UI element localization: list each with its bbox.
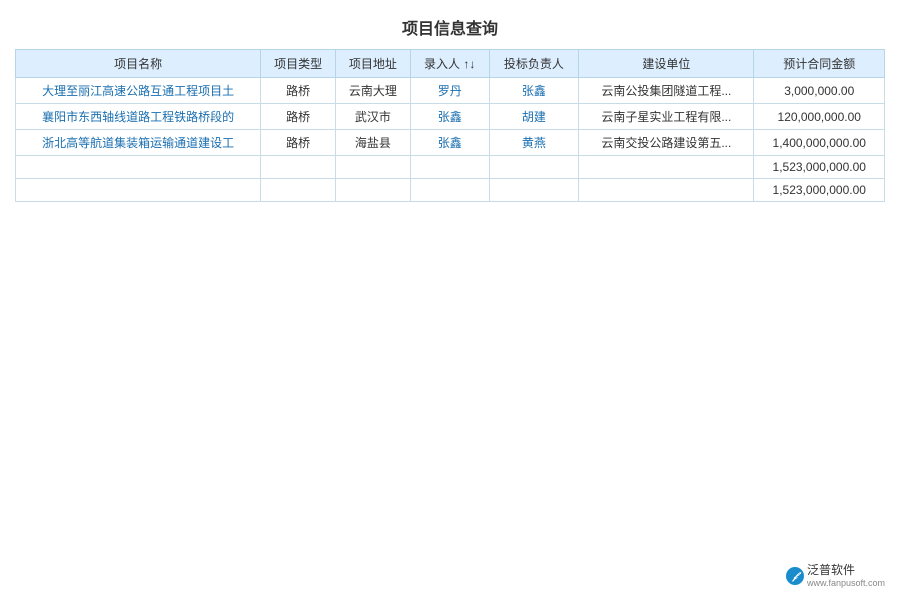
row-1-type: 路桥 (261, 78, 336, 104)
row-2-address: 武汉市 (335, 104, 410, 130)
row-2-type: 路桥 (261, 104, 336, 130)
row-2-amount: 120,000,000.00 (754, 104, 885, 130)
subtotal-row: 1,523,000,000.00 (16, 156, 885, 179)
col-header-address: 项目地址 (335, 50, 410, 78)
table-row: 襄阳市东西轴线道路工程铁路桥段的 路桥 武汉市 张鑫 胡建 云南子星实业工程有限… (16, 104, 885, 130)
page-container: 项目信息查询 项目名称 项目类型 项目地址 录入人 ↑↓ 投标负责人 建设单位 … (0, 0, 900, 600)
watermark-main-text: 泛普软件 (807, 563, 885, 579)
table-row: 浙北高等航道集装箱运输通道建设工 路桥 海盐县 张鑫 黄燕 云南交投公路建设第五… (16, 130, 885, 156)
table-header-row: 项目名称 项目类型 项目地址 录入人 ↑↓ 投标负责人 建设单位 预计合同金额 (16, 50, 885, 78)
subtotal-empty-5 (489, 156, 579, 179)
row-3-entry[interactable]: 张鑫 (410, 130, 489, 156)
watermark-sub-text: www.fanpusoft.com (807, 578, 885, 590)
total-empty-6 (579, 179, 754, 202)
total-empty-5 (489, 179, 579, 202)
subtotal-empty-1 (16, 156, 261, 179)
row-3-name-link[interactable]: 浙北高等航道集装箱运输通道建设工 (42, 136, 234, 150)
col-header-name: 项目名称 (16, 50, 261, 78)
row-1-name-link[interactable]: 大理至丽江高速公路互通工程项目土 (42, 84, 234, 98)
row-1-amount: 3,000,000.00 (754, 78, 885, 104)
col-header-unit: 建设单位 (579, 50, 754, 78)
subtotal-empty-4 (410, 156, 489, 179)
row-2-entry[interactable]: 张鑫 (410, 104, 489, 130)
watermark-text: 泛普软件 www.fanpusoft.com (807, 563, 885, 590)
page-title: 项目信息查询 (15, 15, 885, 39)
row-1-bidder-link[interactable]: 张鑫 (522, 84, 546, 98)
col-header-bidder: 投标负责人 (489, 50, 579, 78)
col-header-entry[interactable]: 录入人 ↑↓ (410, 50, 489, 78)
row-2-bidder-link[interactable]: 胡建 (522, 110, 546, 124)
watermark-logo: 𝒻 泛普软件 www.fanpusoft.com (786, 563, 885, 590)
watermark-icon-text: 𝒻 (793, 571, 797, 582)
row-3-amount: 1,400,000,000.00 (754, 130, 885, 156)
row-1-address: 云南大理 (335, 78, 410, 104)
watermark: 𝒻 泛普软件 www.fanpusoft.com (786, 563, 885, 590)
row-3-bidder[interactable]: 黄燕 (489, 130, 579, 156)
col-header-type: 项目类型 (261, 50, 336, 78)
row-2-unit: 云南子星实业工程有限... (579, 104, 754, 130)
subtotal-empty-6 (579, 156, 754, 179)
table-row: 大理至丽江高速公路互通工程项目土 路桥 云南大理 罗丹 张鑫 云南公投集团隧道工… (16, 78, 885, 104)
total-empty-1 (16, 179, 261, 202)
row-1-entry-link[interactable]: 罗丹 (438, 84, 462, 98)
total-empty-2 (261, 179, 336, 202)
data-table: 项目名称 项目类型 项目地址 录入人 ↑↓ 投标负责人 建设单位 预计合同金额 … (15, 49, 885, 202)
row-2-name[interactable]: 襄阳市东西轴线道路工程铁路桥段的 (16, 104, 261, 130)
row-3-unit: 云南交投公路建设第五... (579, 130, 754, 156)
row-3-bidder-link[interactable]: 黄燕 (522, 136, 546, 150)
row-1-bidder[interactable]: 张鑫 (489, 78, 579, 104)
row-3-type: 路桥 (261, 130, 336, 156)
row-1-name[interactable]: 大理至丽江高速公路互通工程项目土 (16, 78, 261, 104)
row-1-unit: 云南公投集团隧道工程... (579, 78, 754, 104)
subtotal-empty-2 (261, 156, 336, 179)
total-empty-4 (410, 179, 489, 202)
row-3-address: 海盐县 (335, 130, 410, 156)
subtotal-empty-3 (335, 156, 410, 179)
row-3-entry-link[interactable]: 张鑫 (438, 136, 462, 150)
row-2-bidder[interactable]: 胡建 (489, 104, 579, 130)
subtotal-amount: 1,523,000,000.00 (754, 156, 885, 179)
col-header-amount: 预计合同金额 (754, 50, 885, 78)
total-empty-3 (335, 179, 410, 202)
total-row: 1,523,000,000.00 (16, 179, 885, 202)
watermark-icon: 𝒻 (786, 567, 804, 585)
row-1-entry[interactable]: 罗丹 (410, 78, 489, 104)
row-2-entry-link[interactable]: 张鑫 (438, 110, 462, 124)
total-amount: 1,523,000,000.00 (754, 179, 885, 202)
row-2-name-link[interactable]: 襄阳市东西轴线道路工程铁路桥段的 (42, 110, 234, 124)
row-3-name[interactable]: 浙北高等航道集装箱运输通道建设工 (16, 130, 261, 156)
